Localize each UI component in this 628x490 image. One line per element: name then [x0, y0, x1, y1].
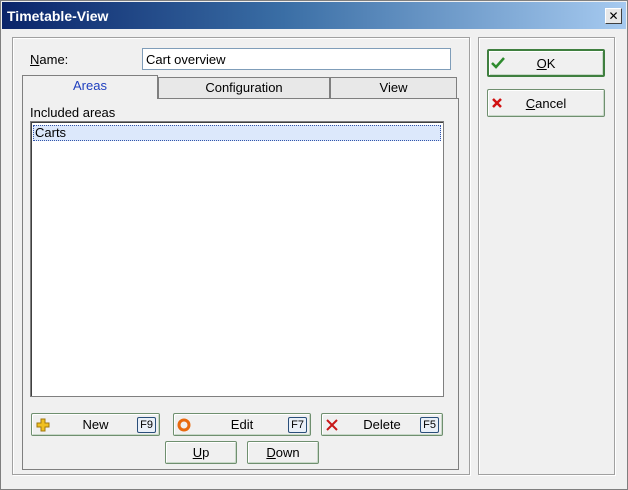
down-button[interactable]: Down: [247, 441, 319, 464]
shortcut-badge: F5: [420, 417, 439, 433]
tab-view[interactable]: View: [330, 77, 457, 98]
included-areas-list[interactable]: Carts: [30, 121, 444, 397]
shortcut-badge: F7: [288, 417, 307, 433]
name-label: Name:: [30, 52, 69, 67]
shortcut-badge: F9: [137, 417, 156, 433]
dialog-window: Timetable-View ✕ Name: Areas Configurati…: [0, 0, 628, 490]
list-item[interactable]: Carts: [33, 125, 441, 141]
close-button[interactable]: ✕: [605, 8, 622, 24]
included-areas-label: Included areas: [30, 105, 116, 120]
new-button[interactable]: New F9: [31, 413, 160, 436]
edit-button[interactable]: Edit F7: [173, 413, 311, 436]
title-bar[interactable]: Timetable-View ✕: [2, 2, 626, 29]
close-icon: ✕: [608, 9, 619, 23]
cancel-button[interactable]: Cancel: [487, 89, 605, 117]
tab-configuration[interactable]: Configuration: [158, 77, 330, 98]
up-button[interactable]: Up: [165, 441, 237, 464]
delete-button[interactable]: Delete F5: [321, 413, 443, 436]
ok-button[interactable]: OK: [487, 49, 605, 77]
tab-areas[interactable]: Areas: [22, 75, 158, 99]
name-input[interactable]: [142, 48, 451, 70]
window-title: Timetable-View: [7, 8, 109, 24]
